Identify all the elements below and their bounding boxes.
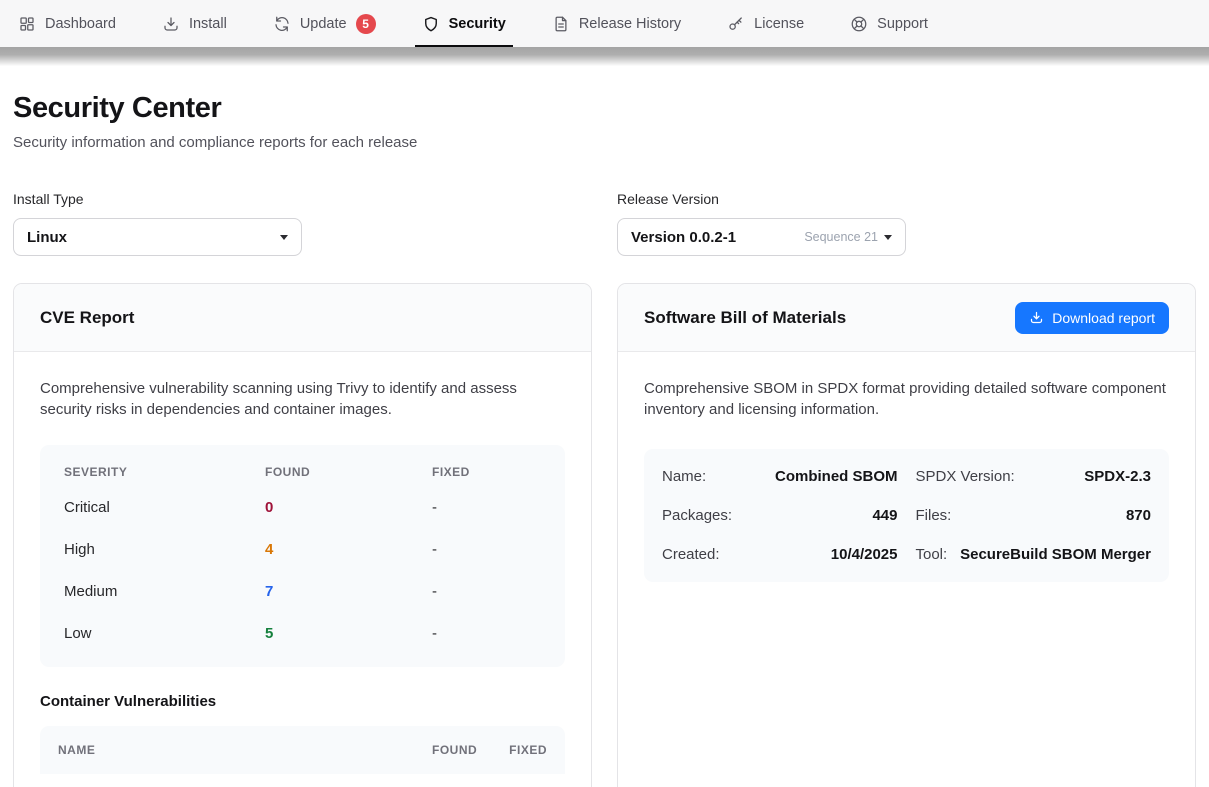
shield-icon	[422, 15, 440, 33]
key-icon	[727, 15, 745, 33]
sbom-details: Name: Combined SBOM SPDX Version: SPDX-2…	[644, 449, 1169, 582]
detail-label: Name:	[662, 468, 706, 485]
detail-label: SPDX Version:	[916, 468, 1015, 485]
release-version-label: Release Version	[617, 191, 1196, 207]
found-count: 7	[265, 583, 432, 600]
install-type-label: Install Type	[13, 191, 592, 207]
detail-value: SPDX-2.3	[1084, 468, 1151, 485]
nav-label: Release History	[579, 16, 681, 32]
detail-value: Combined SBOM	[775, 468, 898, 485]
fixed-count: -	[432, 625, 541, 642]
nav-item-update[interactable]: Update 5	[273, 0, 376, 47]
refresh-icon	[273, 15, 291, 33]
chevron-down-icon	[884, 235, 892, 240]
nav-item-security[interactable]: Security	[422, 0, 506, 47]
nav-label: License	[754, 16, 804, 32]
fixed-count: -	[432, 499, 541, 516]
cve-report-title: CVE Report	[40, 308, 134, 328]
table-row-critical: Critical 0 -	[64, 487, 541, 529]
release-version-select[interactable]: Version 0.0.2-1 Sequence 21	[617, 218, 906, 256]
severity-table: SEVERITY FOUND FIXED Critical 0 - High 4…	[40, 445, 565, 667]
sbom-detail-files: Files: 870	[916, 496, 1152, 535]
dashboard-grid-icon	[18, 15, 36, 33]
nav-item-dashboard[interactable]: Dashboard	[18, 0, 116, 47]
top-nav: Dashboard Install Update 5 Security Rele…	[0, 0, 1209, 47]
nav-label: Support	[877, 16, 928, 32]
fixed-count: -	[432, 541, 541, 558]
chevron-down-icon	[280, 235, 288, 240]
table-row-high: High 4 -	[64, 529, 541, 571]
found-col-header: FOUND	[265, 465, 432, 479]
document-icon	[552, 15, 570, 33]
name-col-header: NAME	[58, 743, 400, 757]
cve-report-header: CVE Report	[14, 284, 591, 352]
install-type-select[interactable]: Linux	[13, 218, 302, 256]
detail-label: Packages:	[662, 507, 732, 524]
page-subtitle: Security information and compliance repo…	[13, 134, 1196, 151]
fixed-count: -	[432, 583, 541, 600]
detail-value: 10/4/2025	[831, 546, 898, 563]
sbom-description: Comprehensive SBOM in SPDX format provid…	[644, 378, 1169, 421]
table-row-low: Low 5 -	[64, 613, 541, 655]
found-count: 0	[265, 499, 432, 516]
page-content: Security Center Security information and…	[0, 92, 1209, 787]
cve-report-body: Comprehensive vulnerability scanning usi…	[14, 352, 591, 787]
container-vulnerabilities-title: Container Vulnerabilities	[40, 693, 565, 710]
container-vulnerabilities-header: NAME FOUND FIXED	[40, 726, 565, 774]
sbom-detail-name: Name: Combined SBOM	[662, 457, 898, 496]
nav-label: Security	[449, 16, 506, 32]
nav-label: Install	[189, 16, 227, 32]
filters-row: Install Type Linux Release Version Versi…	[13, 191, 1196, 256]
fixed-col-header: FIXED	[432, 465, 541, 479]
page-title: Security Center	[13, 92, 1196, 125]
sbom-detail-tool: Tool: SecureBuild SBOM Merger	[916, 535, 1152, 574]
cards-grid: CVE Report Comprehensive vulnerability s…	[13, 283, 1196, 787]
download-report-button[interactable]: Download report	[1015, 302, 1169, 334]
nav-label: Update	[300, 16, 347, 32]
release-version-filter: Release Version Version 0.0.2-1 Sequence…	[617, 191, 1196, 256]
sbom-card: Software Bill of Materials Download repo…	[617, 283, 1196, 787]
detail-label: Tool:	[916, 546, 948, 563]
cve-report-description: Comprehensive vulnerability scanning usi…	[40, 378, 565, 421]
severity-label: High	[64, 541, 265, 558]
sbom-detail-spdx-version: SPDX Version: SPDX-2.3	[916, 457, 1152, 496]
sbom-detail-created: Created: 10/4/2025	[662, 535, 898, 574]
install-type-filter: Install Type Linux	[13, 191, 592, 256]
download-report-label: Download report	[1052, 310, 1155, 326]
severity-label: Low	[64, 625, 265, 642]
severity-table-header: SEVERITY FOUND FIXED	[64, 455, 541, 487]
download-icon	[162, 15, 180, 33]
table-row-medium: Medium 7 -	[64, 571, 541, 613]
nav-label: Dashboard	[45, 16, 116, 32]
sbom-body: Comprehensive SBOM in SPDX format provid…	[618, 352, 1195, 608]
nav-shadow-divider	[0, 47, 1209, 66]
severity-label: Medium	[64, 583, 265, 600]
fixed-col-header: FIXED	[509, 743, 547, 757]
found-count: 5	[265, 625, 432, 642]
nav-item-license[interactable]: License	[727, 0, 804, 47]
nav-item-install[interactable]: Install	[162, 0, 227, 47]
sbom-title: Software Bill of Materials	[644, 308, 846, 328]
install-type-value: Linux	[27, 229, 67, 246]
severity-label: Critical	[64, 499, 265, 516]
update-count-badge: 5	[356, 14, 376, 34]
nav-item-release-history[interactable]: Release History	[552, 0, 681, 47]
nav-item-support[interactable]: Support	[850, 0, 928, 47]
detail-value: 449	[872, 507, 897, 524]
detail-value: 870	[1126, 507, 1151, 524]
severity-col-header: SEVERITY	[64, 465, 265, 479]
lifebuoy-icon	[850, 15, 868, 33]
found-col-header: FOUND	[432, 743, 477, 757]
detail-label: Files:	[916, 507, 952, 524]
download-icon	[1029, 310, 1044, 325]
sbom-header: Software Bill of Materials Download repo…	[618, 284, 1195, 352]
sbom-detail-packages: Packages: 449	[662, 496, 898, 535]
detail-value: SecureBuild SBOM Merger	[960, 546, 1151, 563]
detail-label: Created:	[662, 546, 720, 563]
release-version-value: Version 0.0.2-1	[631, 229, 736, 246]
cve-report-card: CVE Report Comprehensive vulnerability s…	[13, 283, 592, 787]
release-sequence-label: Sequence 21	[804, 230, 878, 244]
found-count: 4	[265, 541, 432, 558]
